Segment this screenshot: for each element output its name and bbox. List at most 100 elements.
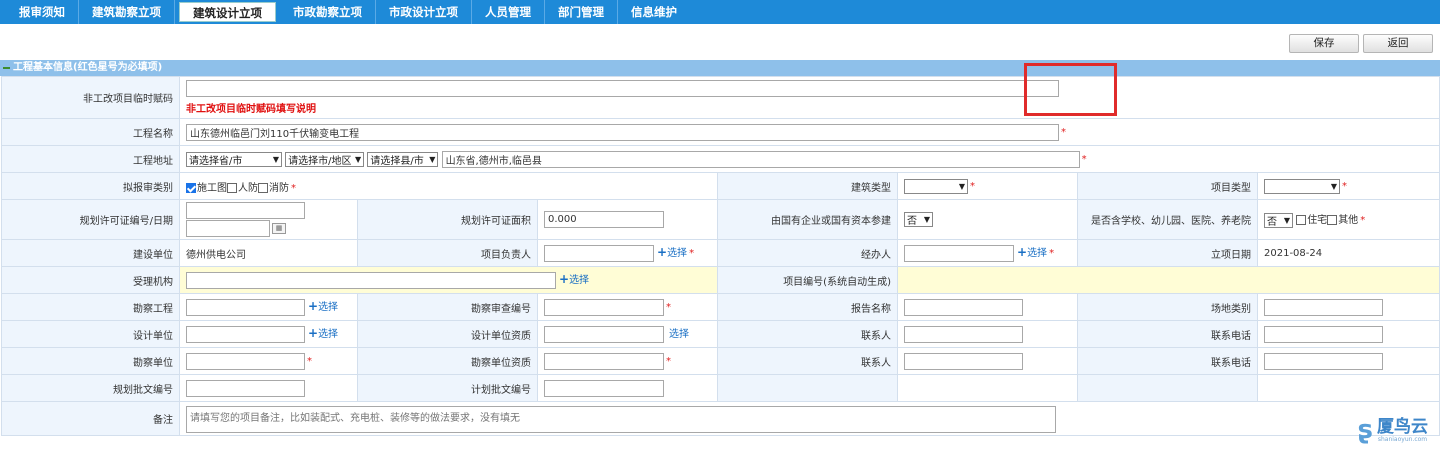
remark-textarea[interactable] bbox=[186, 406, 1056, 433]
section-title: 工程基本信息(红色星号为必填项) bbox=[13, 62, 163, 73]
project-name-input[interactable] bbox=[186, 123, 1059, 141]
project-leader-select-link[interactable]: +选择 bbox=[657, 245, 688, 260]
province-select[interactable]: 请选择省/市 ▼ bbox=[186, 151, 282, 167]
phone2-label: 联系电话 bbox=[1077, 347, 1258, 375]
contact1-input[interactable] bbox=[904, 325, 1023, 343]
contact2-label: 联系人 bbox=[717, 347, 898, 375]
row-survey-unit: 勘察单位 * 勘察单位资质 * 联系人 联系电话 bbox=[1, 347, 1440, 375]
state-owned-value: 否 bbox=[907, 216, 917, 227]
address-label: 工程地址 bbox=[1, 145, 180, 173]
save-button[interactable]: 保存 bbox=[1289, 34, 1359, 53]
city-select[interactable]: 请选择市/地区 ▼ bbox=[285, 151, 365, 167]
permit-area-input[interactable] bbox=[544, 211, 664, 228]
design-qual-input[interactable] bbox=[544, 325, 664, 343]
nav-tab-building-survey[interactable]: 建筑勘察立项 bbox=[79, 0, 175, 24]
construction-drawing-checkbox[interactable] bbox=[186, 182, 196, 193]
row-accept-org: 受理机构 +选择 项目编号(系统自动生成) bbox=[1, 266, 1440, 294]
setup-date-value: 2021-08-24 bbox=[1256, 239, 1440, 267]
nav-tab-personnel[interactable]: 人员管理 bbox=[472, 0, 545, 24]
plan-approval-no-input[interactable] bbox=[544, 379, 664, 397]
residential-checkbox[interactable] bbox=[1296, 215, 1307, 226]
required-mark: * bbox=[1342, 181, 1347, 192]
city-select-value: 请选择市/地区 bbox=[288, 155, 352, 167]
state-owned-select[interactable]: 否 ▼ bbox=[904, 212, 933, 227]
calendar-icon[interactable]: ▦ bbox=[272, 223, 286, 234]
review-type-label: 拟报审类别 bbox=[1, 172, 180, 200]
select-label: 选择 bbox=[667, 248, 688, 260]
row-address: 工程地址 请选择省/市▼ 请选择市/地区▼ 请选择县/市▼ * bbox=[1, 145, 1440, 173]
other-checkbox[interactable] bbox=[1327, 215, 1338, 226]
temp-code-hint-link[interactable]: 非工改项目临时赋码填写说明 bbox=[186, 100, 1433, 115]
back-button[interactable]: 返回 bbox=[1363, 34, 1433, 53]
site-type-input[interactable] bbox=[1264, 298, 1383, 316]
design-unit-select-link[interactable]: +选择 bbox=[308, 326, 338, 341]
design-qual-select-link[interactable]: 选择 bbox=[669, 329, 689, 340]
handler-input[interactable] bbox=[904, 244, 1014, 262]
design-qual-label: 设计单位资质 bbox=[357, 320, 538, 348]
project-type-select[interactable]: ▼ bbox=[1264, 178, 1340, 194]
phone1-input[interactable] bbox=[1264, 325, 1383, 343]
survey-review-no-input[interactable] bbox=[544, 298, 664, 316]
handler-label: 经办人 bbox=[717, 239, 898, 267]
permit-no-label: 规划许可证编号/日期 bbox=[1, 199, 180, 240]
nav-tab-department[interactable]: 部门管理 bbox=[545, 0, 618, 24]
chevron-down-icon: ▼ bbox=[1330, 181, 1337, 191]
survey-project-input[interactable] bbox=[186, 298, 305, 316]
county-select-value: 请选择县/市 bbox=[370, 155, 424, 167]
accept-org-input[interactable] bbox=[186, 271, 556, 289]
state-owned-label: 由国有企业或国有资本参建 bbox=[717, 199, 898, 240]
chevron-down-icon: ▼ bbox=[355, 154, 362, 164]
survey-project-select-link[interactable]: +选择 bbox=[308, 299, 338, 314]
contact2-input[interactable] bbox=[904, 352, 1023, 370]
address-detail-input[interactable] bbox=[441, 150, 1080, 168]
design-unit-input[interactable] bbox=[186, 325, 305, 343]
survey-unit-label: 勘察单位 bbox=[1, 347, 180, 375]
survey-unit-input[interactable] bbox=[186, 352, 305, 370]
project-no-label: 项目编号(系统自动生成) bbox=[717, 266, 898, 294]
plus-icon: + bbox=[1017, 245, 1028, 260]
other-label: 其他 bbox=[1338, 215, 1359, 227]
accept-org-select-link[interactable]: +选择 bbox=[559, 272, 589, 287]
nav-tab-review-notice[interactable]: 报审须知 bbox=[6, 0, 79, 24]
permit-no-input[interactable] bbox=[186, 202, 305, 219]
fire-protection-checkbox[interactable] bbox=[258, 182, 268, 193]
chevron-down-icon: ▼ bbox=[272, 154, 279, 164]
remark-label: 备注 bbox=[1, 401, 180, 436]
plan-doc-no-input[interactable] bbox=[186, 379, 305, 397]
nav-tab-municipal-survey[interactable]: 市政勘察立项 bbox=[280, 0, 376, 24]
plan-doc-no-label: 规划批文编号 bbox=[1, 374, 180, 402]
nav-tab-municipal-design[interactable]: 市政设计立项 bbox=[376, 0, 472, 24]
required-mark: * bbox=[666, 356, 671, 367]
collapse-icon[interactable] bbox=[3, 67, 10, 69]
section-header[interactable]: 工程基本信息(红色星号为必填项) bbox=[0, 60, 1440, 76]
permit-date-input[interactable] bbox=[186, 220, 270, 237]
county-select[interactable]: 请选择县/市 ▼ bbox=[367, 151, 439, 167]
project-no-value bbox=[896, 266, 1440, 294]
handler-select-link[interactable]: +选择 bbox=[1017, 245, 1047, 260]
project-leader-input[interactable] bbox=[544, 244, 654, 262]
row-design-unit: 设计单位 +选择 设计单位资质 选择 联系人 联系电话 bbox=[1, 320, 1440, 348]
required-mark: * bbox=[1061, 127, 1066, 138]
building-type-select[interactable]: ▼ bbox=[904, 178, 968, 194]
chevron-down-icon: ▼ bbox=[923, 215, 930, 224]
report-name-input[interactable] bbox=[904, 298, 1023, 316]
civil-defense-checkbox[interactable] bbox=[227, 182, 237, 193]
plus-icon: + bbox=[308, 299, 319, 314]
chevron-down-icon: ▼ bbox=[1283, 215, 1290, 225]
nav-tab-building-design[interactable]: 建筑设计立项 bbox=[179, 2, 276, 22]
row-plan-docs: 规划批文编号 计划批文编号 bbox=[1, 374, 1440, 402]
school-select[interactable]: 否 ▼ bbox=[1264, 212, 1293, 228]
plus-icon: + bbox=[559, 272, 570, 287]
phone2-input[interactable] bbox=[1264, 352, 1383, 370]
temp-code-input[interactable] bbox=[186, 80, 1059, 97]
report-name-label: 报告名称 bbox=[717, 293, 898, 321]
nav-tab-info-maintenance[interactable]: 信息维护 bbox=[618, 0, 690, 24]
empty-value-cell bbox=[897, 374, 1078, 402]
province-select-value: 请选择省/市 bbox=[189, 155, 243, 167]
plus-icon: + bbox=[308, 326, 319, 341]
chevron-down-icon: ▼ bbox=[429, 154, 436, 164]
plan-approval-no-label: 计划批文编号 bbox=[357, 374, 538, 402]
chevron-down-icon: ▼ bbox=[958, 181, 965, 191]
survey-qual-input[interactable] bbox=[544, 352, 664, 370]
project-info-form: 非工改项目临时赋码 非工改项目临时赋码填写说明 工程名称 * 工程地址 请选择省… bbox=[1, 76, 1440, 436]
